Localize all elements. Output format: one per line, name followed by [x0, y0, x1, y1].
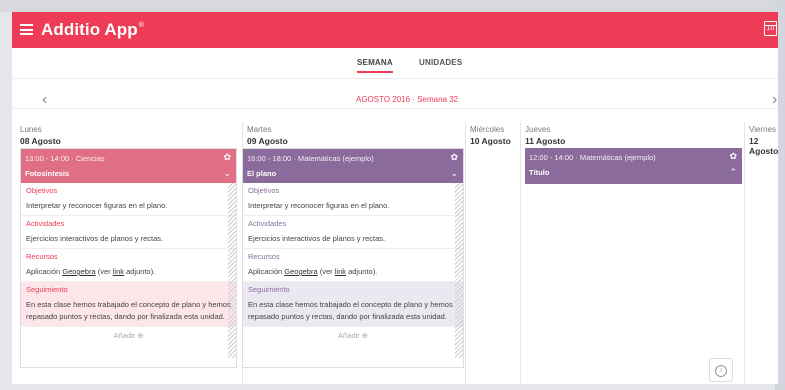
geogebra-link[interactable]: Geogebra: [284, 267, 317, 276]
add-button[interactable]: Añadir ⊕: [243, 327, 463, 344]
hatch-pattern: [228, 183, 236, 358]
adjunto-link[interactable]: link: [113, 267, 124, 276]
column-divider: [744, 122, 745, 384]
app-window: Additio App® 10 SEMANA UNIDADES ‹ AGOSTO…: [12, 12, 778, 384]
seguimiento-label: Seguimiento: [26, 285, 68, 294]
tabs-divider: [12, 78, 778, 79]
day-name: Martes: [247, 125, 272, 134]
gear-icon[interactable]: ✿: [450, 152, 458, 163]
day-header-martes: Martes 09 Agosto: [247, 125, 288, 146]
window-top-band: [0, 0, 785, 12]
lesson-card-matematicas[interactable]: 16:00 - 18:00 · Matemáticas (ejemplo) El…: [242, 148, 464, 368]
recursos-text: Aplicación Geogebra (ver link adjunto).: [243, 263, 463, 282]
info-icon: i: [715, 365, 727, 377]
tab-semana[interactable]: SEMANA: [357, 58, 393, 73]
seguimiento-label: Seguimiento: [248, 285, 290, 294]
add-button[interactable]: Añadir ⊕: [21, 327, 236, 344]
seguimiento-block: Seguimiento En esta clase hemos trabajad…: [243, 282, 463, 327]
info-button[interactable]: i: [709, 358, 733, 382]
day-header-lunes: Lunes 08 Agosto: [20, 125, 61, 146]
recursos-pre: Aplicación: [26, 267, 63, 276]
gear-icon[interactable]: ✿: [223, 152, 231, 163]
lesson-card-jueves[interactable]: 12:00 - 14:00 · Matemáticas (ejemplo) Tí…: [525, 148, 742, 184]
recursos-text: Aplicación Geogebra (ver link adjunto).: [21, 263, 236, 282]
actividades-label: Actividades: [248, 219, 287, 228]
day-date: 12 Agosto: [749, 136, 778, 156]
day-date: 08 Agosto: [20, 136, 61, 146]
calendar-badge: 10: [766, 25, 775, 32]
column-divider: [520, 122, 521, 384]
lesson-time: 16:00 - 18:00 · Matemáticas (ejemplo): [247, 154, 374, 163]
day-name: Viernes: [749, 125, 776, 134]
period-label: AGOSTO 2016 · Semana 32: [356, 95, 459, 104]
recursos-post: adjunto).: [124, 267, 156, 276]
chevron-up-icon[interactable]: ⌃: [729, 167, 737, 178]
chevron-down-icon[interactable]: ⌄: [223, 168, 231, 179]
day-header-viernes: Viernes 12 Agosto: [749, 125, 778, 156]
lesson-title: Fotosíntesis: [25, 169, 70, 178]
chevron-down-icon[interactable]: ⌄: [450, 168, 458, 179]
adjunto-link[interactable]: link: [335, 267, 346, 276]
recursos-label: Recursos: [248, 252, 280, 261]
gear-icon[interactable]: ✿: [729, 151, 737, 162]
trademark: ®: [138, 22, 145, 29]
seguimiento-text: En esta clase hemos trabajado el concept…: [243, 296, 463, 327]
objetivos-text: Interpretar y reconocer figuras en el pl…: [21, 197, 236, 216]
lesson-card-header[interactable]: 13:00 - 14:00 · Ciencias Fotosíntesis ✿ …: [21, 149, 236, 183]
day-name: Jueves: [525, 125, 551, 134]
column-divider: [465, 122, 466, 384]
recursos-pre: Aplicación: [248, 267, 285, 276]
seguimiento-text: En esta clase hemos trabajado el concept…: [21, 296, 236, 327]
recursos-mid: (ver: [317, 267, 335, 276]
lesson-card-header[interactable]: 16:00 - 18:00 · Matemáticas (ejemplo) El…: [243, 149, 463, 183]
recursos-mid: (ver: [95, 267, 113, 276]
lesson-title: El plano: [247, 169, 277, 178]
actividades-text: Ejercicios interactivos de planos y rect…: [21, 230, 236, 249]
day-header-miercoles: Miércoles 10 Agosto: [470, 125, 511, 146]
day-name: Lunes: [20, 125, 42, 134]
actividades-label: Actividades: [26, 219, 65, 228]
lesson-card-ciencias[interactable]: 13:00 - 14:00 · Ciencias Fotosíntesis ✿ …: [20, 148, 237, 368]
menu-icon[interactable]: [20, 24, 33, 35]
recursos-post: adjunto).: [346, 267, 378, 276]
app-header: Additio App® 10: [12, 12, 778, 48]
lesson-time: 12:00 - 14:00 · Matemáticas (ejemplo): [529, 153, 656, 162]
geogebra-link[interactable]: Geogebra: [62, 267, 95, 276]
recursos-label: Recursos: [26, 252, 58, 261]
calendar-icon[interactable]: 10: [764, 21, 777, 36]
objetivos-label: Objetivos: [248, 186, 280, 195]
lesson-card-header[interactable]: 12:00 - 14:00 · Matemáticas (ejemplo) Tí…: [525, 148, 742, 184]
next-week-button[interactable]: ›: [772, 91, 777, 109]
app-title-text: Additio App: [41, 20, 138, 39]
objetivos-text: Interpretar y reconocer figuras en el pl…: [243, 197, 463, 216]
seguimiento-block: Seguimiento En esta clase hemos trabajad…: [21, 282, 236, 327]
prev-week-button[interactable]: ‹: [42, 91, 47, 109]
lesson-time: 13:00 - 14:00 · Ciencias: [25, 154, 105, 163]
app-title: Additio App®: [41, 20, 144, 40]
week-divider: [12, 108, 778, 109]
day-date: 11 Agosto: [525, 136, 566, 146]
day-header-jueves: Jueves 11 Agosto: [525, 125, 565, 146]
tab-unidades[interactable]: UNIDADES: [419, 58, 462, 67]
hatch-pattern: [455, 183, 463, 358]
view-tabs: SEMANA UNIDADES: [12, 58, 778, 76]
day-date: 09 Agosto: [247, 136, 288, 146]
day-date: 10 Agosto: [470, 136, 511, 146]
actividades-text: Ejercicios interactivos de planos y rect…: [243, 230, 463, 249]
objetivos-label: Objetivos: [26, 186, 58, 195]
lesson-title: Título: [529, 168, 550, 177]
day-name: Miércoles: [470, 125, 505, 134]
